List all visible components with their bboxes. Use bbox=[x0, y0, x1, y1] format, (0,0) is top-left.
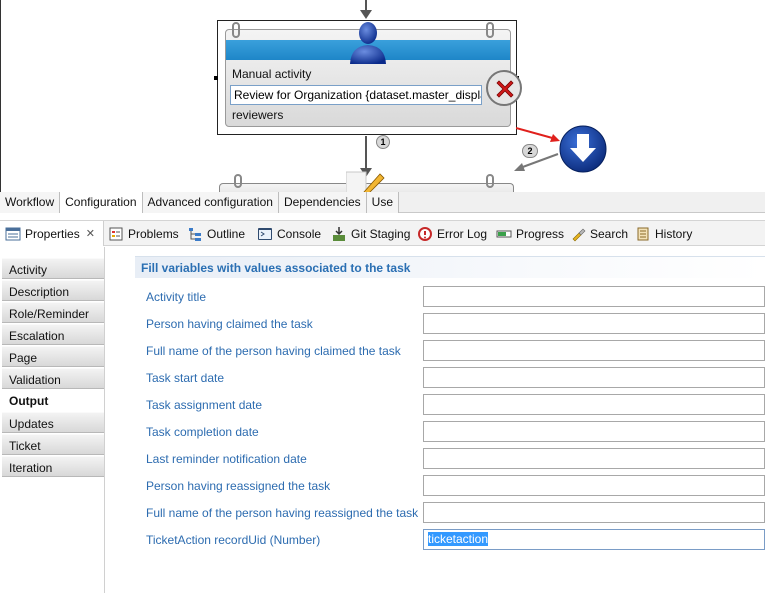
transition-badge-2: 2 bbox=[522, 144, 538, 158]
git-staging-icon bbox=[333, 226, 345, 241]
views-tab-bar: Properties ✕ Problems Outline Console Gi… bbox=[0, 220, 765, 246]
nav-item-ticket[interactable]: Ticket bbox=[2, 434, 104, 455]
view-tab-search[interactable]: Search bbox=[570, 221, 628, 246]
outgoing-transition-line[interactable] bbox=[365, 136, 367, 172]
close-icon[interactable]: ✕ bbox=[86, 227, 95, 240]
tab-use[interactable]: Use bbox=[366, 192, 400, 213]
activity-participants-label: reviewers bbox=[232, 108, 284, 122]
view-tab-label: Problems bbox=[128, 226, 179, 241]
field-label-reminder-date: Last reminder notification date bbox=[146, 452, 307, 466]
nav-item-description[interactable]: Description bbox=[2, 280, 104, 301]
workflow-diagram-canvas[interactable]: Manual activity Review for Organization … bbox=[0, 0, 765, 193]
tab-advanced-configuration[interactable]: Advanced configuration bbox=[142, 192, 279, 213]
view-tab-outline[interactable]: Outline bbox=[187, 221, 245, 246]
view-tab-label: Outline bbox=[207, 226, 246, 241]
tab-dependencies[interactable]: Dependencies bbox=[278, 192, 367, 213]
completion-date-input[interactable] bbox=[423, 421, 765, 442]
nav-item-escalation[interactable]: Escalation bbox=[2, 324, 104, 345]
view-tab-history[interactable]: History bbox=[635, 221, 692, 246]
view-tab-label: Progress bbox=[516, 226, 565, 241]
nav-item-role-reminder[interactable]: Role/Reminder bbox=[2, 302, 104, 323]
console-icon bbox=[258, 227, 272, 240]
field-label-assignment-date: Task assignment date bbox=[146, 398, 263, 412]
editor-tab-bar: Workflow Configuration Advanced configur… bbox=[0, 192, 765, 213]
field-label-claimer: Person having claimed the task bbox=[146, 317, 313, 331]
activity-title-field[interactable]: Review for Organization {dataset.master_… bbox=[230, 85, 482, 105]
binder-ring-left bbox=[234, 174, 242, 188]
binder-ring-right bbox=[486, 174, 494, 188]
search-icon bbox=[572, 228, 586, 241]
transition-badge-1: 1 bbox=[376, 135, 390, 149]
nav-item-output[interactable]: Output bbox=[2, 390, 104, 411]
section-title: Fill variables with values associated to… bbox=[141, 261, 411, 275]
nav-item-updates[interactable]: Updates bbox=[2, 412, 104, 433]
pencil-icon bbox=[346, 171, 385, 193]
binder-ring-right bbox=[486, 22, 494, 38]
assignment-date-input[interactable] bbox=[423, 394, 765, 415]
view-tab-label: Properties bbox=[25, 226, 80, 241]
tab-configuration[interactable]: Configuration bbox=[60, 192, 143, 213]
user-icon bbox=[350, 22, 386, 64]
reassigner-fullname-input[interactable] bbox=[423, 502, 765, 523]
field-label-claimer-fullname: Full name of the person having claimed t… bbox=[146, 344, 401, 358]
progress-icon bbox=[496, 230, 512, 237]
lane-separator-line bbox=[0, 0, 1, 193]
field-label-ticketaction-recorduid: TicketAction recordUid (Number) bbox=[146, 533, 321, 547]
activity-title-input[interactable] bbox=[423, 286, 765, 307]
section-header: Fill variables with values associated to… bbox=[135, 256, 765, 278]
field-label-activity-title: Activity title bbox=[146, 290, 207, 304]
selected-text: ticketaction bbox=[428, 532, 489, 546]
nav-item-validation[interactable]: Validation bbox=[2, 368, 104, 389]
view-tab-label: Console bbox=[277, 226, 322, 241]
reassigner-input[interactable] bbox=[423, 475, 765, 496]
view-tab-label: Search bbox=[590, 226, 629, 241]
arrow-down-icon[interactable] bbox=[558, 124, 608, 174]
properties-section-nav: Activity Description Role/Reminder Escal… bbox=[0, 247, 105, 593]
activity-type-label: Manual activity bbox=[232, 67, 312, 81]
view-tab-properties[interactable]: Properties ✕ bbox=[0, 221, 104, 246]
claimer-fullname-input[interactable] bbox=[423, 340, 765, 361]
view-tab-git-staging[interactable]: Git Staging bbox=[331, 221, 410, 246]
history-icon bbox=[637, 227, 649, 240]
properties-icon bbox=[5, 227, 21, 240]
view-tab-console[interactable]: Console bbox=[257, 221, 321, 246]
return-transition-arrow[interactable] bbox=[512, 152, 562, 174]
view-tab-error-log[interactable]: Error Log bbox=[417, 221, 487, 246]
binder-ring-left bbox=[232, 22, 240, 38]
view-tab-label: Git Staging bbox=[351, 226, 411, 241]
ticketaction-recorduid-input[interactable]: ticketaction bbox=[423, 529, 765, 550]
outline-icon bbox=[189, 227, 201, 241]
nav-item-activity[interactable]: Activity bbox=[2, 258, 104, 279]
field-label-reassigner-fullname: Full name of the person having reassigne… bbox=[146, 506, 419, 520]
error-log-icon bbox=[418, 226, 432, 241]
transition-arrow[interactable] bbox=[516, 124, 564, 146]
view-tab-label: History bbox=[655, 226, 693, 241]
incoming-arrowhead bbox=[360, 10, 372, 19]
claimer-input[interactable] bbox=[423, 313, 765, 334]
field-label-start-date: Task start date bbox=[146, 371, 225, 385]
field-label-completion-date: Task completion date bbox=[146, 425, 259, 439]
nav-item-page[interactable]: Page bbox=[2, 346, 104, 367]
view-tab-problems[interactable]: Problems bbox=[108, 221, 179, 246]
delete-icon[interactable] bbox=[493, 77, 517, 101]
problems-icon bbox=[109, 227, 123, 240]
tab-workflow[interactable]: Workflow bbox=[0, 192, 61, 213]
nav-item-iteration[interactable]: Iteration bbox=[2, 456, 104, 477]
view-tab-progress[interactable]: Progress bbox=[496, 221, 564, 246]
start-date-input[interactable] bbox=[423, 367, 765, 388]
view-tab-label: Error Log bbox=[437, 226, 488, 241]
reminder-date-input[interactable] bbox=[423, 448, 765, 469]
field-label-reassigner: Person having reassigned the task bbox=[146, 479, 331, 493]
selection-handle[interactable] bbox=[214, 76, 218, 80]
